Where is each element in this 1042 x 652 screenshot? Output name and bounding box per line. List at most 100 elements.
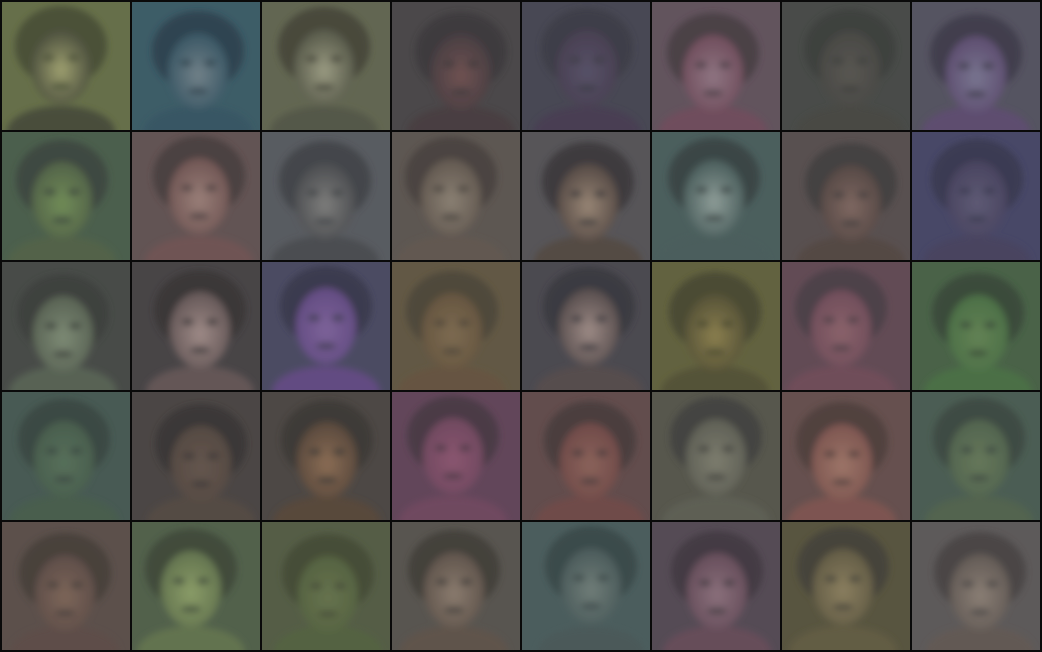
tile-wash-overlay	[522, 132, 650, 260]
face-sample-tile	[782, 392, 910, 520]
tile-wash-overlay	[522, 2, 650, 130]
face-sample-image	[2, 262, 130, 390]
face-sample-tile	[2, 392, 130, 520]
tile-wash-overlay	[522, 392, 650, 520]
tile-wash-overlay	[262, 392, 390, 520]
face-sample-image	[132, 392, 260, 520]
tile-wash-overlay	[262, 262, 390, 390]
face-sample-grid	[0, 0, 1042, 652]
tile-wash-overlay	[2, 262, 130, 390]
tile-wash-overlay	[132, 132, 260, 260]
tile-wash-overlay	[392, 262, 520, 390]
face-sample-tile	[262, 392, 390, 520]
face-sample-tile	[392, 262, 520, 390]
face-sample-image	[2, 392, 130, 520]
face-sample-image	[652, 132, 780, 260]
face-sample-tile	[392, 132, 520, 260]
face-sample-tile	[912, 2, 1040, 130]
face-sample-image	[262, 132, 390, 260]
face-sample-image	[522, 262, 650, 390]
face-sample-tile	[2, 522, 130, 650]
face-sample-image	[912, 2, 1040, 130]
face-sample-tile	[2, 262, 130, 390]
face-sample-tile	[392, 2, 520, 130]
face-sample-tile	[522, 392, 650, 520]
face-sample-tile	[522, 132, 650, 260]
face-sample-tile	[522, 262, 650, 390]
face-sample-tile	[522, 522, 650, 650]
face-sample-image	[782, 522, 910, 650]
face-sample-image	[912, 392, 1040, 520]
face-sample-tile	[782, 2, 910, 130]
tile-wash-overlay	[392, 522, 520, 650]
tile-wash-overlay	[132, 522, 260, 650]
face-sample-image	[522, 2, 650, 130]
face-sample-image	[262, 2, 390, 130]
face-sample-image	[912, 522, 1040, 650]
face-sample-tile	[912, 262, 1040, 390]
tile-wash-overlay	[2, 392, 130, 520]
tile-wash-overlay	[262, 132, 390, 260]
tile-wash-overlay	[652, 392, 780, 520]
face-sample-tile	[522, 2, 650, 130]
tile-wash-overlay	[522, 262, 650, 390]
tile-wash-overlay	[652, 132, 780, 260]
tile-wash-overlay	[912, 2, 1040, 130]
face-sample-tile	[262, 262, 390, 390]
face-sample-image	[782, 132, 910, 260]
face-sample-image	[782, 392, 910, 520]
face-sample-image	[782, 262, 910, 390]
tile-wash-overlay	[132, 392, 260, 520]
face-sample-image	[652, 522, 780, 650]
tile-wash-overlay	[652, 522, 780, 650]
tile-wash-overlay	[912, 522, 1040, 650]
face-sample-image	[652, 262, 780, 390]
tile-wash-overlay	[782, 262, 910, 390]
face-sample-image	[912, 262, 1040, 390]
face-sample-image	[522, 392, 650, 520]
tile-wash-overlay	[2, 522, 130, 650]
tile-wash-overlay	[2, 2, 130, 130]
face-sample-tile	[2, 132, 130, 260]
face-sample-tile	[652, 522, 780, 650]
face-sample-image	[2, 132, 130, 260]
face-sample-image	[392, 2, 520, 130]
face-sample-image	[392, 262, 520, 390]
tile-wash-overlay	[782, 132, 910, 260]
face-sample-tile	[652, 2, 780, 130]
face-sample-tile	[652, 392, 780, 520]
tile-wash-overlay	[912, 132, 1040, 260]
face-sample-tile	[912, 132, 1040, 260]
face-sample-image	[392, 132, 520, 260]
face-sample-image	[132, 522, 260, 650]
face-sample-tile	[782, 262, 910, 390]
face-sample-tile	[262, 132, 390, 260]
tile-wash-overlay	[912, 262, 1040, 390]
face-sample-tile	[782, 132, 910, 260]
face-sample-tile	[132, 2, 260, 130]
face-sample-image	[2, 522, 130, 650]
tile-wash-overlay	[262, 2, 390, 130]
face-sample-image	[262, 262, 390, 390]
face-sample-tile	[782, 522, 910, 650]
face-sample-tile	[132, 392, 260, 520]
tile-wash-overlay	[132, 262, 260, 390]
tile-wash-overlay	[392, 2, 520, 130]
face-sample-image	[392, 392, 520, 520]
face-sample-image	[262, 392, 390, 520]
face-sample-tile	[262, 522, 390, 650]
face-sample-image	[392, 522, 520, 650]
tile-wash-overlay	[652, 2, 780, 130]
face-sample-image	[782, 2, 910, 130]
tile-wash-overlay	[912, 392, 1040, 520]
face-sample-image	[912, 132, 1040, 260]
face-sample-image	[132, 2, 260, 130]
face-sample-image	[132, 132, 260, 260]
face-sample-tile	[912, 392, 1040, 520]
face-sample-tile	[132, 132, 260, 260]
tile-wash-overlay	[132, 2, 260, 130]
face-sample-tile	[652, 262, 780, 390]
face-sample-image	[522, 132, 650, 260]
face-sample-image	[262, 522, 390, 650]
face-sample-image	[652, 392, 780, 520]
